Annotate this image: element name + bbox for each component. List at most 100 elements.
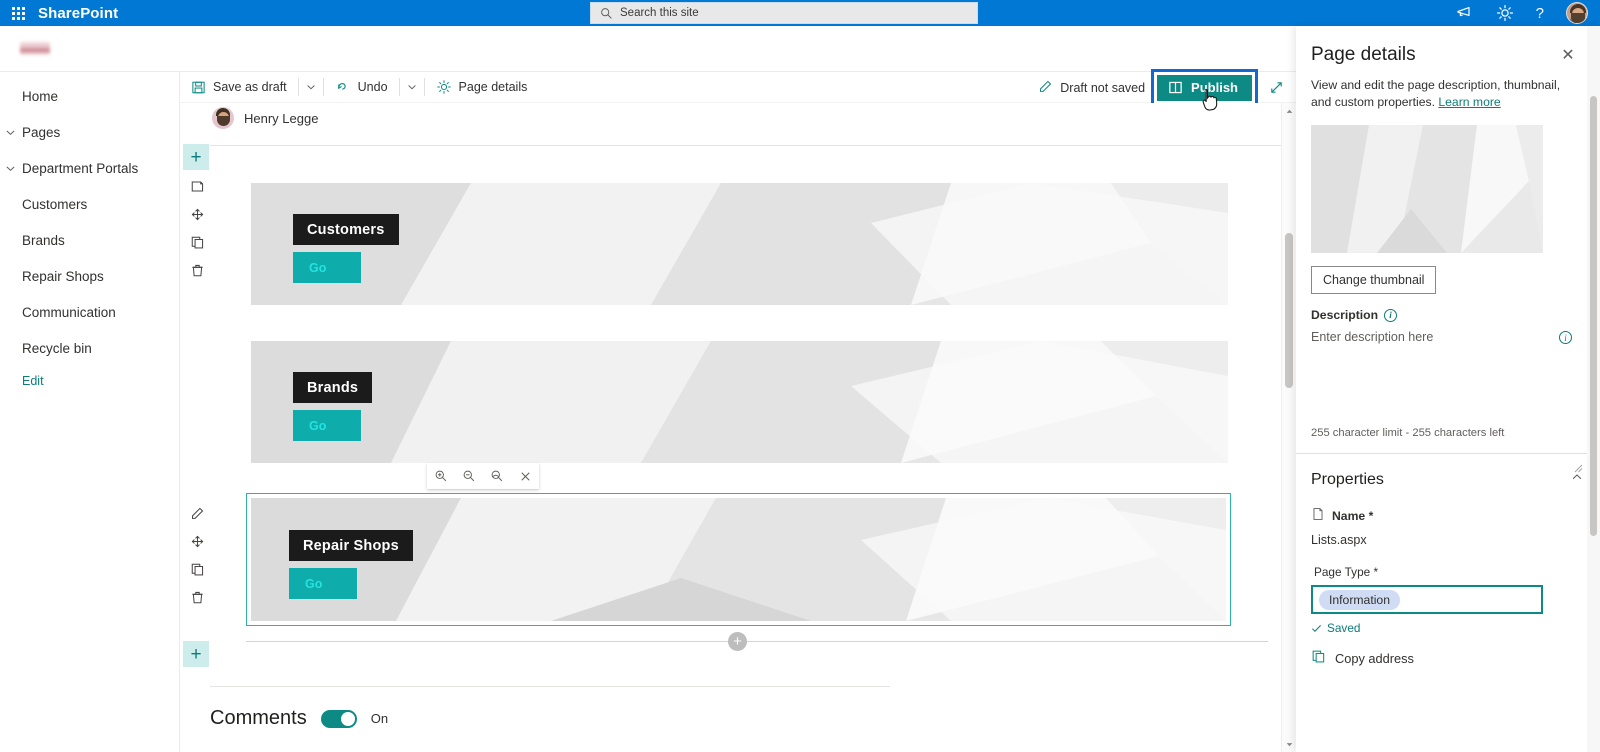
expand-editor-icon[interactable]	[1262, 72, 1290, 103]
undo-options-chevron-icon[interactable]	[401, 72, 423, 103]
sidebar-edit-navigation-link[interactable]: Edit	[0, 366, 179, 396]
card-title: Customers	[293, 214, 399, 245]
author-name: Henry Legge	[244, 110, 319, 126]
sidebar-item-home[interactable]: Home	[0, 78, 179, 114]
edit-section-icon[interactable]	[184, 172, 210, 200]
canvas-scrollbar[interactable]	[1281, 103, 1295, 752]
page-details-button[interactable]: Page details	[426, 72, 538, 103]
site-search-box[interactable]: Search this site	[590, 2, 978, 24]
divider	[322, 78, 324, 96]
comments-setting: Comments On	[210, 707, 388, 730]
sidebar-item-repair-shops[interactable]: Repair Shops	[0, 258, 179, 294]
duplicate-section-icon[interactable]	[184, 228, 210, 256]
undo-icon	[335, 79, 351, 95]
panel-scrollbar-thumb[interactable]	[1590, 96, 1597, 536]
add-section-divider	[246, 641, 1268, 642]
panel-header: Page details ✕	[1296, 26, 1600, 68]
move-section-icon[interactable]	[184, 200, 210, 228]
copy-address-button[interactable]: Copy address	[1311, 649, 1600, 667]
document-icon	[1311, 507, 1325, 524]
help-icon[interactable]: ?	[1536, 5, 1544, 22]
gear-icon[interactable]	[1496, 4, 1514, 22]
zoom-reset-icon[interactable]	[483, 463, 511, 489]
card-customers[interactable]: Customers Go	[251, 183, 1228, 305]
webpart-toolbar-selected	[184, 499, 210, 611]
add-section-icon[interactable]: +	[728, 632, 747, 651]
sidebar-item-label: Brands	[22, 232, 65, 248]
learn-more-link[interactable]: Learn more	[1438, 95, 1500, 109]
sidebar-item-department-portals[interactable]: Department Portals	[0, 150, 179, 186]
description-input[interactable]	[1311, 330, 1543, 416]
chevron-down-icon[interactable]	[2, 124, 18, 140]
sidebar-item-communication[interactable]: Communication	[0, 294, 179, 330]
divider	[210, 686, 890, 687]
sharepoint-page-editor: SharePoint Search this site ? Home Pages…	[0, 0, 1600, 752]
sharepoint-brand-link[interactable]: SharePoint	[38, 5, 118, 22]
properties-section-header[interactable]: Properties	[1296, 454, 1600, 489]
page-type-tag[interactable]: Information	[1319, 589, 1400, 610]
character-limit-text: 255 character limit - 255 characters lef…	[1311, 427, 1505, 439]
edit-webpart-icon[interactable]	[184, 499, 210, 527]
comments-title: Comments	[210, 707, 307, 729]
sidebar-item-label: Customers	[22, 196, 88, 212]
move-webpart-icon[interactable]	[184, 527, 210, 555]
card-title: Repair Shops	[289, 530, 413, 561]
description-info-icon[interactable]: i	[1384, 308, 1398, 322]
save-as-draft-button[interactable]: Save as draft	[180, 72, 297, 103]
zoom-in-icon[interactable]	[427, 463, 455, 489]
sidebar-item-customers[interactable]: Customers	[0, 186, 179, 222]
card-go-button[interactable]: Go	[289, 568, 357, 599]
site-logo	[20, 42, 50, 55]
publish-button[interactable]: Publish	[1157, 74, 1252, 101]
sidebar-item-recycle-bin[interactable]: Recycle bin	[0, 330, 179, 366]
sidebar-item-label: Repair Shops	[22, 268, 104, 284]
resize-grip-icon[interactable]	[1574, 464, 1583, 473]
canvas-scrollbar-thumb[interactable]	[1285, 233, 1293, 388]
sidebar-item-label: Communication	[22, 304, 116, 320]
delete-webpart-icon[interactable]	[184, 583, 210, 611]
close-icon[interactable]	[511, 463, 539, 489]
scroll-down-icon[interactable]	[1282, 737, 1296, 751]
save-options-chevron-icon[interactable]	[300, 72, 322, 103]
search-icon	[601, 7, 612, 19]
panel-intro-sentence: View and edit the page description, thum…	[1311, 78, 1561, 109]
draft-status[interactable]: Draft not saved	[1038, 79, 1151, 97]
sidebar-item-brands[interactable]: Brands	[0, 222, 179, 258]
add-section-icon[interactable]: +	[183, 641, 209, 667]
add-section-icon[interactable]: +	[183, 144, 209, 170]
thumbnail-preview	[1311, 125, 1543, 253]
delete-section-icon[interactable]	[184, 256, 210, 284]
app-launcher-icon[interactable]	[0, 0, 36, 26]
card-go-button[interactable]: Go	[293, 252, 361, 283]
duplicate-webpart-icon[interactable]	[184, 555, 210, 583]
card-go-button[interactable]: Go	[293, 410, 361, 441]
comments-toggle[interactable]	[320, 709, 357, 728]
panel-scrollbar[interactable]	[1587, 26, 1600, 752]
webpart-selected-outline[interactable]: Repair Shops Go	[246, 493, 1231, 626]
pencil-icon	[1038, 79, 1053, 97]
description-label: Description i	[1311, 308, 1600, 322]
divider	[398, 78, 400, 96]
page-type-input[interactable]: Information	[1311, 585, 1543, 614]
thumbnail-info-icon[interactable]: i	[1559, 331, 1572, 344]
zoom-out-icon[interactable]	[455, 463, 483, 489]
close-icon[interactable]: ✕	[1556, 44, 1580, 68]
card-brands[interactable]: Brands Go	[251, 341, 1228, 463]
sidebar-item-pages[interactable]: Pages	[0, 114, 179, 150]
scroll-up-icon[interactable]	[1282, 104, 1296, 118]
change-thumbnail-button[interactable]: Change thumbnail	[1311, 266, 1437, 294]
page-title: Page details	[1311, 44, 1416, 65]
divider	[297, 78, 299, 96]
undo-button[interactable]: Undo	[325, 72, 398, 103]
card-repair-shops[interactable]: Repair Shops Go	[251, 498, 1226, 621]
saved-status: Saved	[1311, 621, 1600, 635]
megaphone-icon[interactable]	[1456, 4, 1474, 22]
divider	[210, 145, 1285, 146]
chevron-down-icon[interactable]	[2, 160, 18, 176]
page-details-panel: Page details ✕ View and edit the page de…	[1296, 26, 1600, 752]
user-avatar[interactable]	[1566, 2, 1588, 24]
copy-icon	[1311, 649, 1326, 667]
copy-address-label: Copy address	[1335, 650, 1414, 666]
page-author: Henry Legge	[212, 107, 318, 129]
editor-command-bar: Save as draft Undo Page details Draft no…	[180, 68, 1296, 107]
